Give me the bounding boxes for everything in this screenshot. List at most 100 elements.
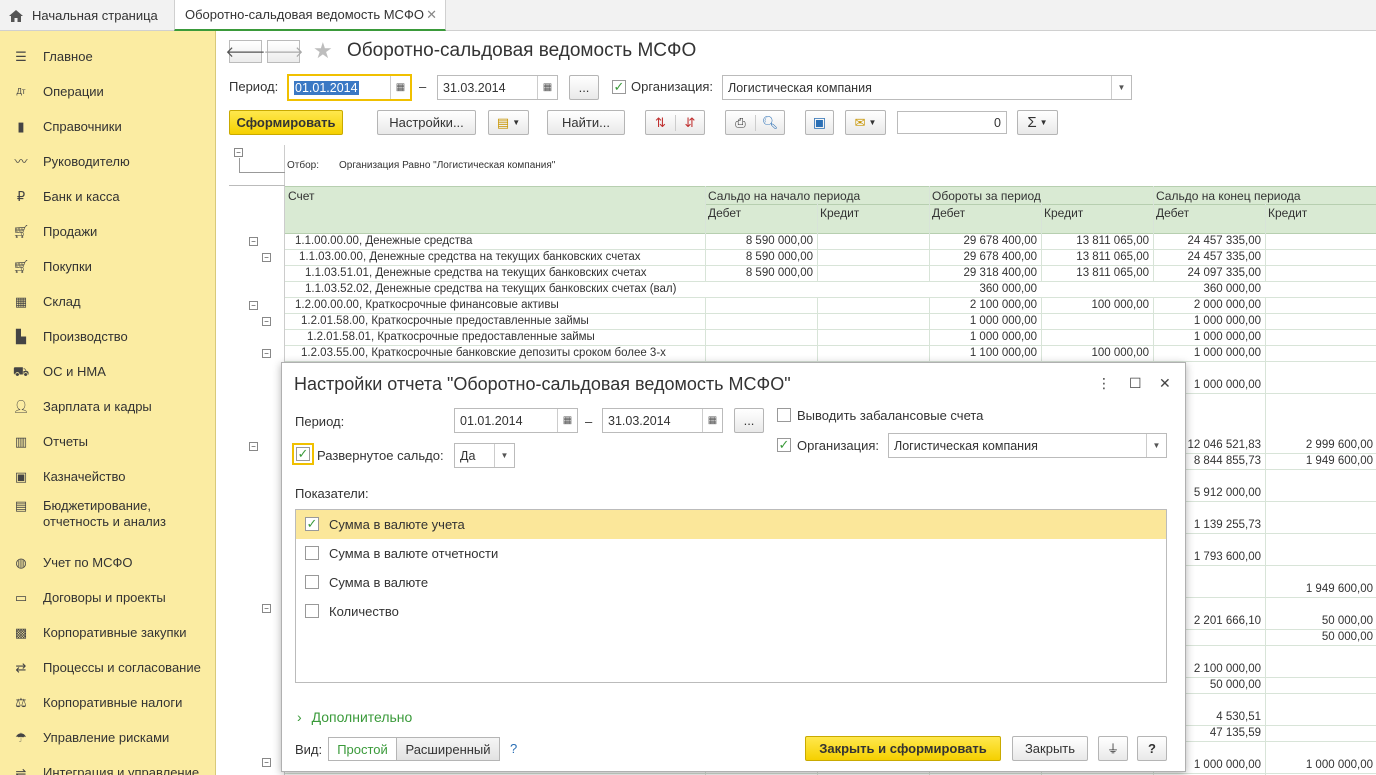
dlg-period-label: Период: bbox=[295, 414, 345, 429]
settings-button[interactable]: Настройки... bbox=[377, 110, 476, 135]
collapse-icon[interactable]: − bbox=[234, 148, 243, 157]
table-row[interactable]: 1.2.00.00.00, Краткосрочные финансовые а… bbox=[285, 298, 1376, 314]
expanded-select[interactable]: Да ▼ bbox=[454, 443, 515, 468]
sidebar-item[interactable]: 〰 Руководителю bbox=[0, 154, 215, 186]
calendar-icon[interactable]: ▦ bbox=[390, 76, 410, 99]
close-icon[interactable]: ✕ bbox=[1159, 375, 1171, 392]
collapse-icon[interactable]: − bbox=[262, 604, 271, 613]
sidebar-item[interactable]: 🛒︎ Покупки bbox=[0, 259, 215, 291]
sidebar-item[interactable]: ▥ Отчеты bbox=[0, 434, 215, 466]
sidebar-item[interactable]: ⛟ ОС и НМА bbox=[0, 364, 215, 396]
help-button[interactable]: ? bbox=[1137, 736, 1167, 761]
indicator-checkbox[interactable] bbox=[305, 546, 319, 560]
contract-icon: ▭ bbox=[14, 590, 28, 605]
generate-button[interactable]: Сформировать bbox=[229, 110, 343, 135]
table-row[interactable]: 1.1.00.00.00, Денежные средства 8 590 000… bbox=[285, 234, 1376, 250]
sidebar-item[interactable]: ▩ Корпоративные закупки bbox=[0, 625, 215, 657]
sidebar-item[interactable]: ▦ Склад bbox=[0, 294, 215, 326]
sum-field[interactable]: 0 bbox=[897, 111, 1007, 134]
send-button[interactable]: ✉ ▼ bbox=[845, 110, 886, 135]
collapse-icon[interactable]: − bbox=[249, 237, 258, 246]
sidebar-item[interactable]: ▣ Казначейство bbox=[0, 469, 215, 501]
collapse-icon[interactable]: − bbox=[262, 758, 271, 767]
indicator-checkbox[interactable] bbox=[305, 604, 319, 618]
org-select[interactable]: Логистическая компания ▼ bbox=[722, 75, 1132, 100]
sidebar-item[interactable]: 🛒︎ Продажи bbox=[0, 224, 215, 256]
calendar-icon[interactable]: ▦ bbox=[557, 409, 577, 432]
find-button[interactable]: Найти... bbox=[547, 110, 625, 135]
table-row[interactable]: 1.1.03.52.02, Денежные средства на текущ… bbox=[285, 282, 1376, 298]
collapse-icon[interactable]: − bbox=[262, 349, 271, 358]
sidebar-item[interactable]: ⚖ Корпоративные налоги bbox=[0, 695, 215, 727]
dlg-date-from-field[interactable]: 01.01.2014 ▦ bbox=[454, 408, 578, 433]
table-row[interactable]: 1.2.01.58.00, Краткосрочные предоставлен… bbox=[285, 314, 1376, 330]
dlg-date-to-field[interactable]: 31.03.2014 ▦ bbox=[602, 408, 723, 433]
table-row[interactable]: 1.2.01.58.01, Краткосрочные предоставлен… bbox=[285, 330, 1376, 346]
chevron-down-icon[interactable]: ▼ bbox=[1111, 76, 1131, 99]
sidebar-item[interactable]: Дт Операции bbox=[0, 84, 215, 116]
sort-desc-icon[interactable]: ⇅ bbox=[646, 115, 675, 131]
sidebar-item[interactable]: ₽ Банк и касса bbox=[0, 189, 215, 221]
save-icon[interactable]: ▣ bbox=[805, 110, 834, 135]
close-button[interactable]: Закрыть bbox=[1012, 736, 1088, 761]
sidebar-item[interactable]: ▮ Справочники bbox=[0, 119, 215, 151]
expanded-checkbox[interactable]: ✓ bbox=[296, 447, 310, 461]
indicator-checkbox[interactable] bbox=[305, 575, 319, 589]
view-simple-button[interactable]: Простой bbox=[328, 737, 397, 761]
close-icon[interactable]: ✕ bbox=[426, 7, 437, 23]
collapse-icon[interactable]: − bbox=[249, 301, 258, 310]
row-value-td: 29 678 400,00 bbox=[963, 251, 1037, 263]
date-from-field[interactable]: 01.01.2014 ▦ bbox=[287, 74, 412, 101]
tab-report[interactable]: Оборотно-сальдовая ведомость МСФО ✕ bbox=[174, 0, 446, 31]
indicator-row[interactable]: Количество bbox=[296, 597, 1166, 626]
indicator-row[interactable]: ✓ Сумма в валюте учета bbox=[296, 510, 1166, 539]
additional-toggle[interactable]: › Дополнительно bbox=[297, 709, 412, 725]
table-row[interactable]: 1.1.03.00.00, Денежные средства на текущ… bbox=[285, 250, 1376, 266]
row-account: 1.2.01.58.00, Краткосрочные предоставлен… bbox=[301, 315, 589, 327]
collapse-icon[interactable]: − bbox=[262, 253, 271, 262]
offbalance-checkbox[interactable] bbox=[777, 408, 791, 422]
indicator-row[interactable]: Сумма в валюте bbox=[296, 568, 1166, 597]
collapse-icon[interactable]: − bbox=[262, 317, 271, 326]
sidebar-item[interactable]: ▙ Производство bbox=[0, 329, 215, 361]
print-icon[interactable]: ⎙ bbox=[726, 115, 755, 131]
org-checkbox[interactable]: ✓ bbox=[612, 80, 626, 94]
maximize-icon[interactable]: ☐ bbox=[1129, 375, 1142, 392]
variant-button[interactable]: ▤ ▼ bbox=[488, 110, 529, 135]
row-value-cd: 1 000 000,00 bbox=[1193, 331, 1261, 343]
back-button[interactable]: 🡐 bbox=[225, 40, 266, 63]
indicator-row[interactable]: Сумма в валюте отчетности bbox=[296, 539, 1166, 568]
more-icon[interactable]: ⋮ bbox=[1097, 375, 1111, 392]
indicator-checkbox[interactable]: ✓ bbox=[305, 517, 319, 531]
calendar-icon[interactable]: ▦ bbox=[537, 76, 557, 99]
sidebar-item[interactable]: ▭ Договоры и проекты bbox=[0, 590, 215, 622]
star-icon[interactable]: ★ bbox=[313, 38, 333, 64]
dlg-period-select-button[interactable]: ... bbox=[734, 408, 764, 433]
dlg-org-checkbox[interactable]: ✓ bbox=[777, 438, 791, 452]
sidebar-item[interactable]: ⇌ Интеграция и управление bbox=[0, 765, 215, 775]
date-to-field[interactable]: 31.03.2014 ▦ bbox=[437, 75, 558, 100]
filter-icon[interactable]: ⏚ bbox=[1098, 736, 1128, 761]
forward-button[interactable]: 🡒 bbox=[263, 40, 304, 63]
dlg-org-select[interactable]: Логистическая компания ▼ bbox=[888, 433, 1167, 458]
collapse-icon[interactable]: − bbox=[249, 442, 258, 451]
sidebar-item[interactable]: ☂ Управление рисками bbox=[0, 730, 215, 762]
period-select-button[interactable]: ... bbox=[569, 75, 599, 100]
sidebar-item[interactable]: ☰ Главное bbox=[0, 49, 215, 81]
sidebar-item[interactable]: 👤︎ Зарплата и кадры bbox=[0, 399, 215, 431]
table-row[interactable]: 1.1.03.51.01, Денежные средства на текущ… bbox=[285, 266, 1376, 282]
view-extended-button[interactable]: Расширенный bbox=[396, 737, 500, 761]
chevron-down-icon[interactable]: ▼ bbox=[1146, 434, 1166, 457]
tab-home[interactable]: Начальная страница bbox=[8, 0, 158, 31]
sidebar-item[interactable]: ▤ Бюджетирование, отчетность и анализ bbox=[0, 498, 215, 530]
sidebar-item[interactable]: ◍ Учет по МСФО bbox=[0, 555, 215, 587]
sidebar-item[interactable]: ⇄ Процессы и согласование bbox=[0, 660, 215, 692]
chevron-down-icon[interactable]: ▼ bbox=[494, 444, 514, 467]
sum-button[interactable]: Σ ▼ bbox=[1017, 110, 1058, 135]
view-help-link[interactable]: ? bbox=[510, 741, 517, 756]
calendar-icon[interactable]: ▦ bbox=[702, 409, 722, 432]
table-row[interactable]: 1.2.03.55.00, Краткосрочные банковские д… bbox=[285, 346, 1376, 362]
sort-asc-icon[interactable]: ⇵ bbox=[675, 114, 704, 131]
preview-icon[interactable]: 🔍︎ bbox=[755, 114, 784, 131]
close-and-generate-button[interactable]: Закрыть и сформировать bbox=[805, 736, 1001, 761]
